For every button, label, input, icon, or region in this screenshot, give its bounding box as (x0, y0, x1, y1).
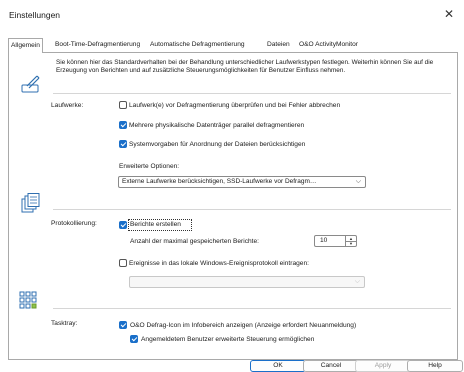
check-drives-verify-label[interactable]: Laufwerk(e) vor Defragmentierung überprü… (129, 102, 340, 109)
stepper-buttons: ▲ ▼ (345, 236, 356, 246)
title-bar: Einstellungen ✕ (0, 0, 464, 30)
eventlog-select[interactable]: ⌵ (129, 276, 365, 288)
report-grid-icon (19, 291, 37, 309)
check-system-layout[interactable] (119, 140, 127, 148)
logging-label: Protokollierung: (51, 220, 97, 227)
check-eventlog[interactable] (119, 259, 127, 267)
check-show-tray-icon-label[interactable]: O&O Defrag-Icon im Infobereich anzeigen … (130, 322, 356, 329)
check-parallel-defrag[interactable] (119, 121, 127, 129)
separator (53, 209, 451, 210)
max-reports-stepper[interactable]: 10 ▲ ▼ (314, 235, 357, 247)
tab-boot-time-defrag[interactable]: Boot-Time-Defragmentierung (54, 39, 141, 51)
help-button[interactable]: Help (407, 360, 463, 372)
description-text: Sie können hier das Standardverhalten be… (56, 59, 434, 74)
chevron-down-icon: ⌵ (355, 178, 361, 185)
max-reports-label: Anzahl der maximal gespeicherten Bericht… (130, 238, 260, 245)
check-drives-verify[interactable] (119, 101, 127, 109)
chevron-down-icon: ⌵ (354, 278, 360, 285)
check-extended-control[interactable] (130, 335, 138, 343)
tasktray-label: Tasktray: (51, 320, 78, 327)
separator (53, 308, 451, 309)
tab-allgemein[interactable]: Allgemein (8, 38, 43, 53)
tab-activity-monitor[interactable]: O&O ActivityMonitor (298, 39, 359, 51)
check-system-layout-label[interactable]: Systemvorgaben für Anordnung der Dateien… (129, 141, 305, 148)
extended-options-select[interactable]: Externe Laufwerke berücksichtigen, SSD-L… (118, 176, 366, 188)
extended-options-value: Externe Laufwerke berücksichtigen, SSD-L… (122, 178, 317, 185)
check-create-reports[interactable] (119, 221, 127, 229)
stepper-down-button[interactable]: ▼ (346, 241, 356, 246)
tab-files[interactable]: Dateien (266, 39, 291, 51)
drives-label: Laufwerke: (51, 102, 84, 109)
tab-panel-general: Sie können hier das Standardverhalten be… (8, 52, 458, 360)
check-eventlog-label[interactable]: Ereignisse in das lokale Windows-Ereigni… (129, 260, 309, 267)
extended-options-label: Erweiterte Optionen: (119, 163, 180, 170)
check-parallel-defrag-label[interactable]: Mehrere physikalische Datenträger parall… (129, 122, 304, 129)
check-create-reports-label[interactable]: Berichte erstellen (130, 221, 181, 228)
max-reports-value: 10 (320, 237, 328, 244)
apply-button[interactable]: Apply (355, 360, 411, 372)
cancel-button[interactable]: Cancel (303, 360, 359, 372)
close-button[interactable]: ✕ (442, 7, 456, 21)
check-extended-control-label[interactable]: Angemeldetem Benutzer erweiterte Steueru… (141, 336, 314, 343)
drives-stack-icon (21, 193, 40, 213)
separator (53, 93, 451, 94)
ok-button[interactable]: OK (250, 360, 306, 372)
tab-automatic-defrag[interactable]: Automatische Defragmentierung (149, 39, 246, 51)
pen-settings-icon (21, 75, 40, 93)
check-show-tray-icon[interactable] (119, 321, 127, 329)
window-title: Einstellungen (9, 10, 61, 20)
